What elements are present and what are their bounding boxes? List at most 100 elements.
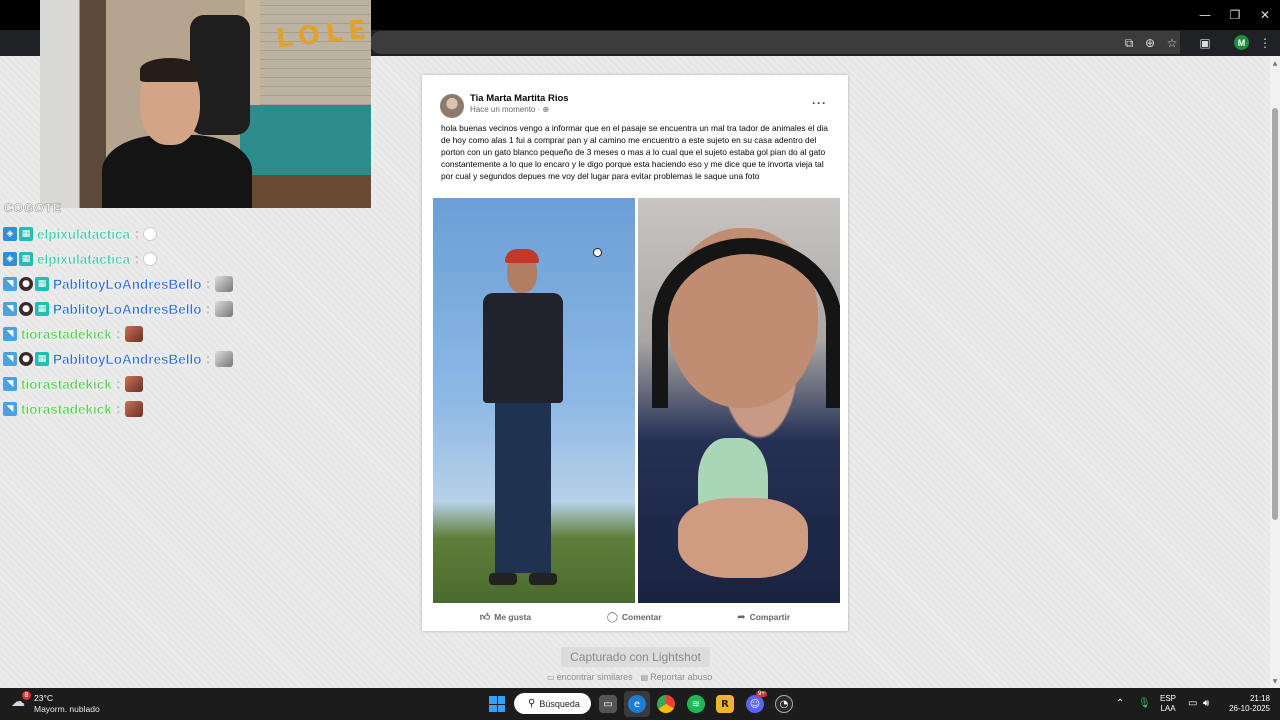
weather-badge: 8: [22, 691, 31, 700]
menu-icon[interactable]: ⋮: [1256, 34, 1274, 52]
obs-icon[interactable]: ◔: [775, 695, 793, 713]
more-options-icon[interactable]: ···: [812, 96, 827, 110]
chat-message: ◥ ● ▦ PablitoyLoAndresBello:: [3, 350, 233, 368]
sofa: [240, 105, 371, 180]
chat-separator: :: [116, 327, 121, 341]
scroll-up-icon[interactable]: ▲: [1270, 58, 1280, 68]
task-view-icon[interactable]: ▭: [599, 695, 617, 713]
chat-emote-icon: [143, 227, 158, 241]
discord-icon[interactable]: ☺: [746, 695, 764, 713]
chat-username[interactable]: PablitoyLoAndresBello: [53, 301, 202, 316]
clock[interactable]: 21:18 26-10-2025: [1224, 694, 1270, 714]
chat-emote-icon: [214, 276, 233, 292]
chat-username[interactable]: elpixulatactica: [37, 226, 130, 241]
address-bar[interactable]: [370, 31, 1180, 54]
comment-icon: ◯: [606, 611, 618, 623]
privacy-separator: ·: [537, 105, 541, 114]
window-controls: — ❐ ✕: [1190, 0, 1280, 30]
comment-button[interactable]: ◯ Comentar: [607, 612, 662, 623]
globe-icon: ⊕: [542, 105, 550, 114]
author-avatar[interactable]: [440, 94, 464, 118]
sky-badge-icon: ◥: [3, 352, 17, 366]
minimize-button[interactable]: —: [1190, 0, 1220, 30]
captured-with-lightshot-button[interactable]: Capturado con Lightshot: [561, 647, 710, 667]
red-cap: [505, 249, 539, 263]
chat-username[interactable]: PablitoyLoAndresBello: [53, 276, 202, 291]
chat-username[interactable]: PablitoyLoAndresBello: [53, 351, 202, 366]
share-label: Compartir: [749, 612, 791, 622]
photo-left[interactable]: [433, 198, 635, 603]
standing-person: [483, 249, 563, 593]
scroll-thumb[interactable]: [1272, 108, 1278, 520]
sky-badge-icon: ◥: [3, 402, 17, 416]
scrollbar[interactable]: ▲ ▼: [1270, 56, 1280, 688]
like-button[interactable]: 👍︎ Me gusta: [480, 611, 531, 623]
teal-badge-icon: ▦: [35, 277, 49, 291]
thumbs-up-icon: 👍︎: [479, 612, 491, 623]
microphone-icon[interactable]: 🎙︎: [1138, 698, 1151, 709]
weather-temperature[interactable]: 23°C: [34, 693, 53, 703]
sky-badge-icon: ◥: [3, 327, 17, 341]
report-abuse-link[interactable]: ▤ Reportar abuso: [641, 672, 713, 682]
edge-icon[interactable]: e: [628, 695, 646, 713]
tray-chevron-icon[interactable]: ⌃: [1116, 698, 1124, 709]
close-button[interactable]: ✕: [1250, 0, 1280, 30]
blue-badge-icon: ◈: [3, 227, 17, 241]
scroll-down-icon[interactable]: ▼: [1270, 676, 1280, 686]
chat-username[interactable]: tiorastadekick: [21, 401, 112, 416]
photo-right[interactable]: [638, 198, 840, 603]
like-label: Me gusta: [494, 612, 532, 622]
search-icon: ⚲: [528, 698, 536, 709]
chat-message: ◈ ▦ elpixulatactica:: [3, 250, 158, 268]
chat-emote-icon: [143, 252, 158, 266]
sky-badge-icon: ◥: [3, 302, 17, 316]
network-icon[interactable]: ▭: [1188, 698, 1197, 709]
chat-separator: :: [116, 402, 121, 416]
discord-badge: 9+: [756, 691, 767, 697]
post-timestamp[interactable]: Hace un momento: [470, 105, 535, 114]
chat-message: ◥ ● ▦ PablitoyLoAndresBello:: [3, 275, 233, 293]
headphones: [652, 238, 840, 408]
post-card: Tia Marta Martita Rios Hace un momento ·…: [422, 75, 848, 631]
post-author[interactable]: Tia Marta Martita Rios: [470, 93, 569, 104]
star-icon[interactable]: ☆: [1163, 34, 1181, 52]
weather-description[interactable]: Mayorm. nublado: [34, 704, 100, 714]
chat-separator: :: [206, 352, 210, 366]
restore-button[interactable]: ❐: [1220, 0, 1250, 30]
profile-avatar[interactable]: M: [1234, 35, 1249, 50]
teal-badge-icon: ▦: [35, 302, 49, 316]
post-text: hola buenas vecinos vengo a informar que…: [441, 123, 828, 181]
rockstar-icon[interactable]: R: [716, 695, 734, 713]
find-similar-link[interactable]: ▭ encontrar similares: [547, 672, 633, 682]
dark-badge-icon: ●: [19, 277, 33, 291]
camera-icon: ▭: [547, 673, 555, 682]
spotify-icon[interactable]: ≋: [687, 695, 705, 713]
chat-emote-icon: [125, 326, 144, 342]
taskbar: ☁ 8 23°C Mayorm. nublado ⚲ Búsqueda ▭ e ≋…: [0, 688, 1280, 720]
sky-badge-icon: ◥: [3, 377, 17, 391]
chat-separator: :: [116, 377, 121, 391]
chat-username[interactable]: tiorastadekick: [21, 326, 112, 341]
volume-icon[interactable]: 🔊︎: [1203, 698, 1209, 709]
chat-username[interactable]: tiorastadekick: [21, 376, 112, 391]
install-icon[interactable]: ⧉: [1120, 34, 1138, 52]
chat-emote-icon: [214, 351, 233, 367]
dark-badge-icon: ●: [19, 352, 33, 366]
chat-message: ◥ tiorastadekick:: [3, 325, 144, 343]
chat-message: ◥ tiorastadekick:: [3, 400, 144, 418]
post-photos[interactable]: [433, 198, 840, 603]
share-button[interactable]: ➦ Compartir: [737, 612, 790, 623]
extensions-icon[interactable]: ▣: [1196, 34, 1214, 52]
post-actions: 👍︎ Me gusta ◯ Comentar ➦ Compartir: [422, 607, 848, 627]
webcam-overlay: LOLEN: [40, 0, 371, 208]
taskbar-search[interactable]: ⚲ Búsqueda: [514, 693, 591, 714]
teal-badge-icon: ▦: [19, 252, 33, 266]
chat-title: COGOTE: [4, 201, 63, 216]
start-button[interactable]: [489, 696, 505, 712]
chat-emote-icon: [125, 401, 144, 417]
chat-username[interactable]: elpixulatactica: [37, 251, 130, 266]
chrome-icon[interactable]: [657, 695, 675, 713]
input-language[interactable]: ESP LAA: [1160, 694, 1176, 714]
zoom-icon[interactable]: ⊕: [1141, 34, 1159, 52]
dark-badge-icon: ●: [19, 302, 33, 316]
